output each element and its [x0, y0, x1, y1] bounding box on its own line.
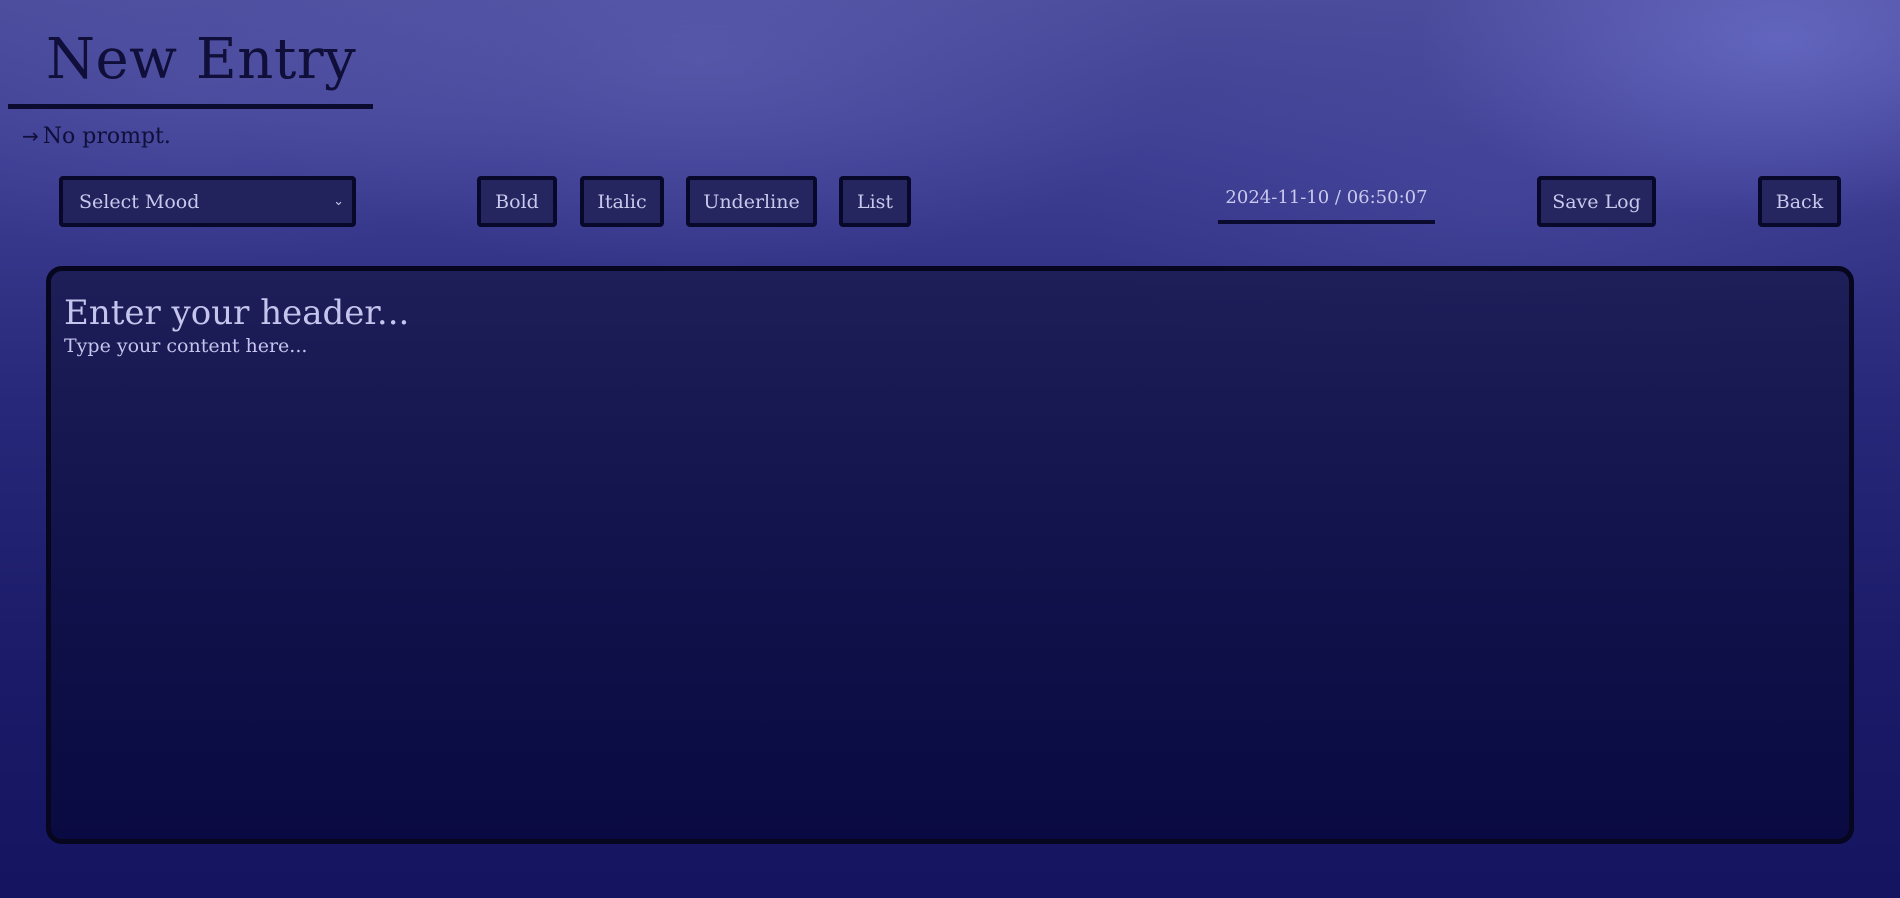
- timestamp: 2024-11-10 / 06:50:07: [1218, 184, 1435, 224]
- back-button[interactable]: Back: [1758, 176, 1841, 227]
- italic-button[interactable]: Italic: [580, 176, 664, 227]
- mood-select-value: Select Mood: [79, 190, 200, 213]
- editor-area[interactable]: [46, 266, 1854, 844]
- prompt-line: → No prompt.: [22, 121, 171, 152]
- title-underline: [8, 104, 373, 109]
- header-input[interactable]: Enter your header...: [64, 290, 409, 336]
- underline-button[interactable]: Underline: [686, 176, 817, 227]
- content-input[interactable]: Type your content here...: [64, 332, 307, 360]
- bold-button[interactable]: Bold: [477, 176, 557, 227]
- mood-select[interactable]: Select Mood ⌄: [59, 176, 356, 227]
- arrow-right-icon: →: [22, 124, 39, 148]
- list-button[interactable]: List: [839, 176, 911, 227]
- chevron-down-icon: ⌄: [333, 194, 344, 209]
- prompt-text: No prompt.: [42, 124, 171, 149]
- page-title: New Entry: [46, 27, 357, 92]
- save-log-button[interactable]: Save Log: [1537, 176, 1656, 227]
